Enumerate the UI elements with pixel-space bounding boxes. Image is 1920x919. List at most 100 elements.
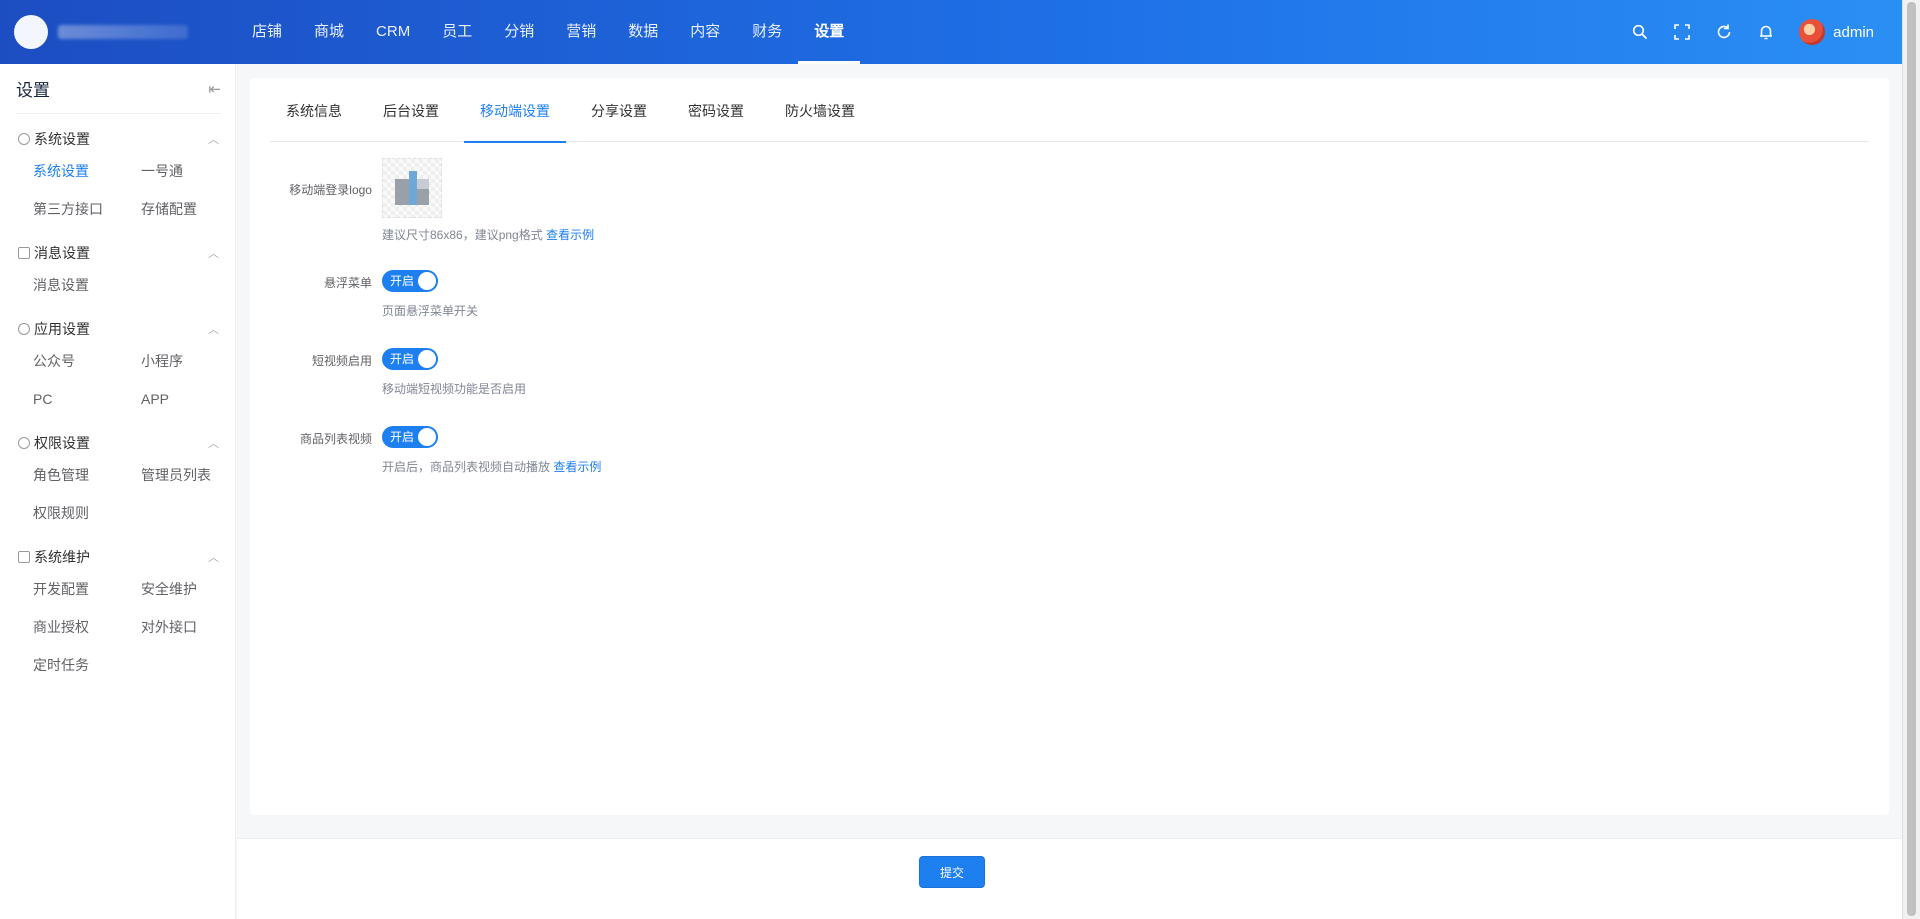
settings-tabs: 系统信息 后台设置 移动端设置 分享设置 密码设置 防火墙设置	[270, 78, 1869, 143]
nav-item-data[interactable]: 数据	[612, 0, 674, 64]
sidebar-item-security[interactable]: 安全维护	[141, 570, 249, 608]
sidebar-group-label: 系统设置	[34, 131, 90, 147]
product-video-hint-text: 开启后，商品列表视频自动播放	[382, 460, 551, 474]
header-actions: admin	[1619, 0, 1902, 64]
float-menu-hint: 页面悬浮菜单开关	[382, 304, 479, 318]
username[interactable]: admin	[1833, 24, 1874, 41]
nav-item-staff[interactable]: 员工	[426, 0, 488, 64]
chevron-up-icon: ︿	[208, 134, 219, 146]
envelope-icon	[18, 247, 30, 259]
logo-text-blurred	[58, 25, 188, 39]
tools-icon	[18, 551, 30, 563]
sidebar-group-maintenance: 系统维护 ︿ 开发配置 安全维护 商业授权 对外接口 定时任务	[0, 532, 235, 684]
sidebar-group-label: 应用设置	[34, 321, 90, 337]
fullscreen-icon[interactable]	[1661, 0, 1703, 64]
nav-item-finance[interactable]: 财务	[736, 0, 798, 64]
sidebar-group-head-maintenance[interactable]: 系统维护 ︿	[0, 544, 235, 570]
tab-firewall-settings[interactable]: 防火墙设置	[769, 78, 871, 142]
refresh-icon[interactable]	[1703, 0, 1745, 64]
tab-backend-settings[interactable]: 后台设置	[367, 78, 455, 142]
short-video-switch[interactable]: 开启	[382, 348, 438, 370]
sidebar-item-system-settings[interactable]: 系统设置	[33, 152, 141, 190]
form-row-logo: 移动端登录logo 建议尺寸86x86，建议png格式 查看示例	[250, 158, 594, 243]
chevron-up-icon: ︿	[208, 438, 219, 450]
form-row-short-video: 短视频启用 开启 移动端短视频功能是否启用	[250, 348, 526, 397]
sidebar-group-system: 系统设置 ︿ 系统设置 一号通 第三方接口 存储配置	[0, 114, 235, 228]
sidebar-item-license[interactable]: 商业授权	[33, 608, 141, 646]
sidebar-item-official-account[interactable]: 公众号	[33, 342, 141, 380]
settings-card: 系统信息 后台设置 移动端设置 分享设置 密码设置 防火墙设置 移动端登录log…	[250, 78, 1889, 815]
float-menu-switch[interactable]: 开启	[382, 270, 438, 292]
sidebar-group-label: 系统维护	[34, 549, 90, 565]
sidebar-group-head-system[interactable]: 系统设置 ︿	[0, 126, 235, 152]
chevron-up-icon: ︿	[208, 248, 219, 260]
sidebar-group-permission: 权限设置 ︿ 角色管理 管理员列表 权限规则	[0, 418, 235, 532]
sidebar-group-app: 应用设置 ︿ 公众号 小程序 PC APP	[0, 304, 235, 418]
app-icon	[18, 323, 30, 335]
logo[interactable]	[0, 0, 236, 64]
sidebar-item-external-api[interactable]: 对外接口	[141, 608, 249, 646]
logo-hint-text: 建议尺寸86x86，建议png格式	[382, 228, 543, 242]
sidebar-group-message: 消息设置 ︿ 消息设置	[0, 228, 235, 304]
logo-hint: 建议尺寸86x86，建议png格式 查看示例	[382, 226, 594, 243]
submit-button[interactable]: 提交	[919, 856, 985, 888]
sidebar-item-pc[interactable]: PC	[33, 380, 141, 418]
nav-item-distribution[interactable]: 分销	[488, 0, 550, 64]
tab-share-settings[interactable]: 分享设置	[575, 78, 663, 142]
sidebar-item-roles[interactable]: 角色管理	[33, 456, 141, 494]
nav-item-settings[interactable]: 设置	[798, 0, 861, 64]
switch-text: 开启	[390, 430, 415, 444]
logo-example-link[interactable]: 查看示例	[546, 228, 594, 242]
page-scrollbar[interactable]	[1902, 0, 1920, 919]
switch-knob	[418, 350, 436, 368]
product-video-hint: 开启后，商品列表视频自动播放 查看示例	[382, 458, 601, 475]
sidebar-group-label: 消息设置	[34, 245, 90, 261]
sidebar-group-head-app[interactable]: 应用设置 ︿	[0, 316, 235, 342]
sidebar-item-permission-rules[interactable]: 权限规则	[33, 494, 141, 532]
form-row-product-video: 商品列表视频 开启 开启后，商品列表视频自动播放 查看示例	[250, 426, 601, 475]
sidebar-item-mini-program[interactable]: 小程序	[141, 342, 249, 380]
avatar[interactable]	[1799, 19, 1826, 45]
tab-system-info[interactable]: 系统信息	[270, 78, 358, 142]
collapse-sidebar-icon[interactable]: ⇤	[208, 80, 221, 98]
search-icon[interactable]	[1619, 0, 1661, 64]
switch-text: 开启	[390, 274, 415, 288]
sidebar-item-storage[interactable]: 存储配置	[141, 190, 249, 228]
nav-item-mall[interactable]: 商城	[298, 0, 360, 64]
product-video-example-link[interactable]: 查看示例	[553, 460, 601, 474]
logo-label: 移动端登录logo	[289, 183, 372, 197]
sidebar-item-app[interactable]: APP	[141, 380, 249, 418]
nav-item-store[interactable]: 店铺	[236, 0, 298, 64]
logo-icon	[14, 15, 48, 49]
switch-text: 开启	[390, 352, 415, 366]
product-video-label: 商品列表视频	[299, 432, 372, 446]
product-video-switch[interactable]: 开启	[382, 426, 438, 448]
sidebar-group-head-message[interactable]: 消息设置 ︿	[0, 240, 235, 266]
top-header: 店铺 商城 CRM 员工 分销 营销 数据 内容 财务 设置 admin	[0, 0, 1902, 64]
sidebar-header: 设置 ⇤	[16, 64, 221, 114]
short-video-label: 短视频启用	[311, 354, 372, 368]
sidebar-item-message-settings[interactable]: 消息设置	[33, 266, 141, 304]
bell-icon[interactable]	[1745, 0, 1787, 64]
float-menu-label: 悬浮菜单	[323, 276, 372, 290]
nav-item-marketing[interactable]: 营销	[550, 0, 612, 64]
nav-item-crm[interactable]: CRM	[360, 0, 426, 64]
sidebar-group-head-permission[interactable]: 权限设置 ︿	[0, 430, 235, 456]
sidebar-item-third-party[interactable]: 第三方接口	[33, 190, 141, 228]
logo-upload[interactable]	[382, 158, 442, 218]
sidebar-item-yihaotong[interactable]: 一号通	[141, 152, 249, 190]
chevron-up-icon: ︿	[208, 324, 219, 336]
sidebar-item-dev-config[interactable]: 开发配置	[33, 570, 141, 608]
tab-mobile-settings[interactable]: 移动端设置	[464, 78, 566, 143]
sidebar-item-admin-list[interactable]: 管理员列表	[141, 456, 249, 494]
gear-icon	[18, 133, 30, 145]
chevron-up-icon: ︿	[208, 552, 219, 564]
scrollbar-thumb[interactable]	[1907, 2, 1916, 916]
footer-bar: 提交	[237, 838, 1902, 919]
nav-item-content[interactable]: 内容	[674, 0, 736, 64]
tab-password-settings[interactable]: 密码设置	[672, 78, 760, 142]
switch-knob	[418, 428, 436, 446]
form-row-float-menu: 悬浮菜单 开启 页面悬浮菜单开关	[250, 270, 478, 319]
sidebar-item-scheduled-tasks[interactable]: 定时任务	[33, 646, 141, 684]
sidebar: 设置 ⇤ 系统设置 ︿ 系统设置 一号通 第三方接口 存储配置 消息设置 ︿ 消…	[0, 64, 236, 919]
